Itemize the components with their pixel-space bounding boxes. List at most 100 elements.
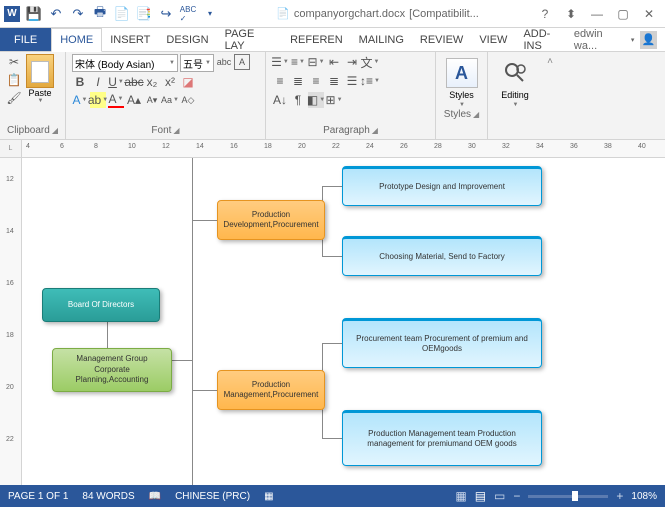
sort-icon[interactable]: A↓ bbox=[272, 92, 288, 108]
status-words[interactable]: 84 WORDS bbox=[82, 491, 134, 502]
horizontal-ruler[interactable]: 4 6 8 10 12 14 16 18 20 22 24 26 28 30 3… bbox=[22, 140, 665, 157]
font-launcher-icon[interactable]: ◢ bbox=[173, 126, 179, 135]
qat-icon-3[interactable]: 📑 bbox=[136, 6, 152, 22]
tab-insert[interactable]: INSERT bbox=[102, 28, 158, 51]
tab-view[interactable]: VIEW bbox=[471, 28, 515, 51]
read-mode-icon[interactable]: ▦ bbox=[455, 489, 466, 503]
tab-file[interactable]: FILE bbox=[0, 28, 51, 51]
tab-page-layout[interactable]: PAGE LAY bbox=[217, 28, 283, 51]
copy-icon[interactable]: 📋 bbox=[6, 72, 22, 88]
org-node-procurement[interactable]: Procurement team Procurement of premium … bbox=[342, 318, 542, 368]
tab-addins[interactable]: ADD-INS bbox=[515, 28, 573, 51]
qat-icon-2[interactable]: 📄 bbox=[114, 6, 130, 22]
tab-design[interactable]: DESIGN bbox=[158, 28, 216, 51]
char-border-icon[interactable]: A bbox=[234, 54, 250, 70]
show-marks-icon[interactable]: ¶ bbox=[290, 92, 306, 108]
status-bar: PAGE 1 OF 1 84 WORDS 📖 CHINESE (PRC) ▦ ▦… bbox=[0, 485, 665, 507]
increase-font-icon[interactable]: abc bbox=[216, 54, 232, 70]
tab-review[interactable]: REVIEW bbox=[412, 28, 471, 51]
align-left-icon[interactable]: ≡ bbox=[272, 73, 288, 89]
distributed-icon[interactable]: ☰ bbox=[344, 73, 360, 89]
editing-button[interactable]: Editing ▼ bbox=[494, 54, 536, 108]
zoom-out-icon[interactable]: − bbox=[513, 489, 520, 503]
bold-icon[interactable]: B bbox=[72, 74, 88, 90]
eraser-icon[interactable]: ◪ bbox=[180, 74, 196, 90]
qat-icon-1[interactable]: 🖶 bbox=[92, 6, 108, 22]
format-painter-icon[interactable]: 🖌 bbox=[6, 90, 22, 106]
grow-font-icon[interactable]: A▴ bbox=[126, 92, 142, 108]
save-icon[interactable]: 💾 bbox=[26, 6, 42, 22]
clipboard-launcher-icon[interactable]: ◢ bbox=[52, 126, 58, 135]
ribbon-toggle-icon[interactable]: ⬍ bbox=[559, 4, 583, 24]
styles-label: Styles bbox=[444, 109, 471, 120]
org-node-prod-mgmt[interactable]: Production Management,Procurement bbox=[217, 370, 325, 410]
zoom-thumb[interactable] bbox=[572, 491, 578, 501]
underline-icon[interactable]: U▼ bbox=[108, 74, 124, 90]
multilevel-icon[interactable]: ⊟▼ bbox=[308, 54, 324, 70]
undo-icon[interactable]: ↶ bbox=[48, 6, 64, 22]
tab-mailing[interactable]: MAILING bbox=[351, 28, 412, 51]
clear-format-icon[interactable]: A◇ bbox=[180, 92, 196, 108]
user-area[interactable]: edwin wa... ▾ 👤 bbox=[574, 28, 665, 51]
status-language[interactable]: CHINESE (PRC) bbox=[175, 491, 250, 502]
org-node-prodmgmt-team[interactable]: Production Management team Production ma… bbox=[342, 410, 542, 466]
zoom-slider[interactable] bbox=[528, 495, 608, 498]
paste-label: Paste bbox=[28, 88, 51, 98]
org-node-prototype[interactable]: Prototype Design and Improvement bbox=[342, 166, 542, 206]
strike-icon[interactable]: abc bbox=[126, 74, 142, 90]
spelling-icon[interactable]: ABC✓ bbox=[180, 6, 196, 22]
cut-icon[interactable]: ✂ bbox=[6, 54, 22, 70]
styles-button[interactable]: A Styles ▼ bbox=[442, 54, 481, 108]
status-macro-icon[interactable]: ▦ bbox=[264, 491, 273, 502]
borders-icon[interactable]: ⊞▼ bbox=[326, 92, 342, 108]
org-node-directors[interactable]: Board Of Directors bbox=[42, 288, 160, 322]
bullets-icon[interactable]: ☰▼ bbox=[272, 54, 288, 70]
zoom-in-icon[interactable]: + bbox=[616, 489, 623, 503]
numbering-icon[interactable]: ≡▼ bbox=[290, 54, 306, 70]
shrink-font-icon[interactable]: A▾ bbox=[144, 92, 160, 108]
org-node-material[interactable]: Choosing Material, Send to Factory bbox=[342, 236, 542, 276]
help-icon[interactable]: ? bbox=[533, 4, 557, 24]
tab-home[interactable]: HOME bbox=[51, 28, 102, 52]
org-node-management[interactable]: Management Group Corporate Planning,Acco… bbox=[52, 348, 172, 392]
line-spacing-icon[interactable]: ↕≡▼ bbox=[362, 73, 378, 89]
paste-button[interactable]: Paste ▼ bbox=[26, 54, 54, 104]
close-icon[interactable]: ✕ bbox=[637, 4, 661, 24]
group-clipboard: ✂ 📋 🖌 Paste ▼ Clipboard◢ bbox=[0, 52, 66, 139]
italic-icon[interactable]: I bbox=[90, 74, 106, 90]
justify-icon[interactable]: ≣ bbox=[326, 73, 342, 89]
minimize-icon[interactable]: — bbox=[585, 4, 609, 24]
vertical-ruler[interactable]: 12 14 16 18 20 22 bbox=[0, 158, 22, 485]
status-proofing-icon[interactable]: 📖 bbox=[149, 491, 161, 502]
align-center-icon[interactable]: ≣ bbox=[290, 73, 306, 89]
align-right-icon[interactable]: ≡ bbox=[308, 73, 324, 89]
qat-icon-4[interactable]: ↪ bbox=[158, 6, 174, 22]
font-name-dropdown[interactable]: 宋体 (Body Asian)▼ bbox=[72, 54, 178, 72]
highlight-icon[interactable]: ab▼ bbox=[90, 92, 106, 108]
text-effects-icon[interactable]: A▼ bbox=[72, 92, 88, 108]
zoom-level[interactable]: 108% bbox=[631, 491, 657, 502]
change-case-icon[interactable]: Aa▼ bbox=[162, 92, 178, 108]
paragraph-launcher-icon[interactable]: ◢ bbox=[372, 126, 378, 135]
subscript-icon[interactable]: x₂ bbox=[144, 74, 160, 90]
h-tick: 30 bbox=[468, 143, 476, 150]
print-layout-icon[interactable]: ▤ bbox=[475, 489, 486, 503]
font-size-dropdown[interactable]: 五号▼ bbox=[180, 54, 214, 72]
tab-references[interactable]: REFEREN bbox=[282, 28, 351, 51]
decrease-indent-icon[interactable]: ⇤ bbox=[326, 54, 342, 70]
collapse-ribbon-icon[interactable]: ˄ bbox=[542, 52, 558, 139]
maximize-icon[interactable]: ▢ bbox=[611, 4, 635, 24]
font-color-icon[interactable]: A▼ bbox=[108, 92, 124, 108]
superscript-icon[interactable]: x² bbox=[162, 74, 178, 90]
shading-icon[interactable]: ◧▼ bbox=[308, 92, 324, 108]
web-layout-icon[interactable]: ▭ bbox=[494, 489, 505, 503]
org-node-prod-dev[interactable]: Production Development,Procurement bbox=[217, 200, 325, 240]
status-page[interactable]: PAGE 1 OF 1 bbox=[8, 491, 68, 502]
asian-layout-icon[interactable]: 文▼ bbox=[362, 54, 378, 70]
styles-launcher-icon[interactable]: ◢ bbox=[473, 110, 479, 119]
document-canvas[interactable]: Board Of Directors Management Group Corp… bbox=[22, 158, 665, 485]
redo-icon[interactable]: ↷ bbox=[70, 6, 86, 22]
qat-more-icon[interactable]: ▾ bbox=[202, 6, 218, 22]
h-tick: 16 bbox=[230, 143, 238, 150]
increase-indent-icon[interactable]: ⇥ bbox=[344, 54, 360, 70]
